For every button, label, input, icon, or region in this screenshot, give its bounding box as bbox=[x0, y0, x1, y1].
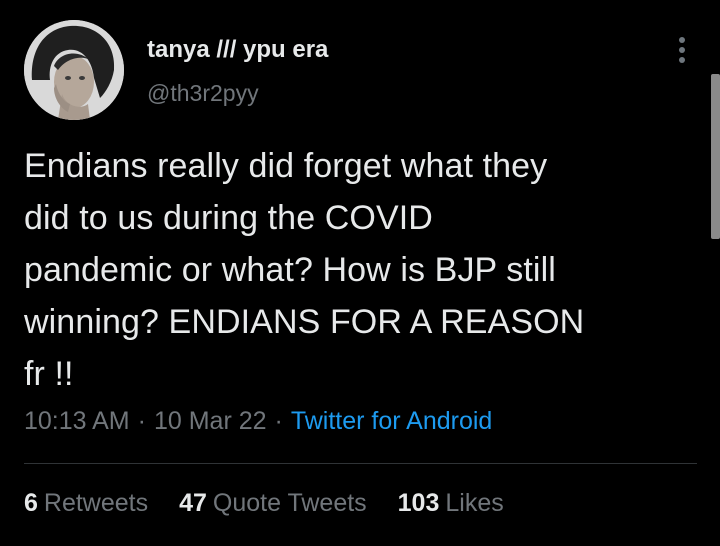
likes-stat[interactable]: 103 Likes bbox=[398, 489, 504, 518]
retweets-stat[interactable]: 6 Retweets bbox=[24, 489, 148, 518]
tweet-text: Endians really did forget what they did … bbox=[24, 147, 585, 393]
scrollbar[interactable] bbox=[711, 74, 720, 239]
likes-count: 103 bbox=[397, 489, 440, 517]
meta-separator: · bbox=[274, 407, 283, 435]
divider bbox=[24, 463, 697, 464]
more-options-icon[interactable] bbox=[668, 32, 696, 68]
user-handle[interactable]: @th3r2pyy bbox=[147, 80, 259, 107]
likes-label: Likes bbox=[445, 489, 504, 517]
tweet-stats: 6 Retweets 47 Quote Tweets 103 Likes bbox=[24, 489, 528, 518]
quote-tweets-count: 47 bbox=[179, 489, 207, 517]
meta-separator: · bbox=[137, 407, 146, 435]
quote-tweets-stat[interactable]: 47 Quote Tweets bbox=[179, 489, 367, 518]
display-name[interactable]: tanya /// ypu era bbox=[147, 36, 328, 64]
avatar-image bbox=[24, 20, 124, 120]
retweets-count: 6 bbox=[24, 489, 38, 517]
tweet-source-link[interactable]: Twitter for Android bbox=[291, 407, 492, 435]
quote-tweets-label: Quote Tweets bbox=[212, 489, 367, 517]
tweet-time[interactable]: 10:13 AM bbox=[24, 407, 130, 435]
tweet-metadata: 10:13 AM · 10 Mar 22 · Twitter for Android bbox=[24, 407, 492, 436]
avatar[interactable] bbox=[24, 20, 124, 120]
retweets-label: Retweets bbox=[43, 489, 149, 517]
tweet-date[interactable]: 10 Mar 22 bbox=[154, 407, 267, 435]
